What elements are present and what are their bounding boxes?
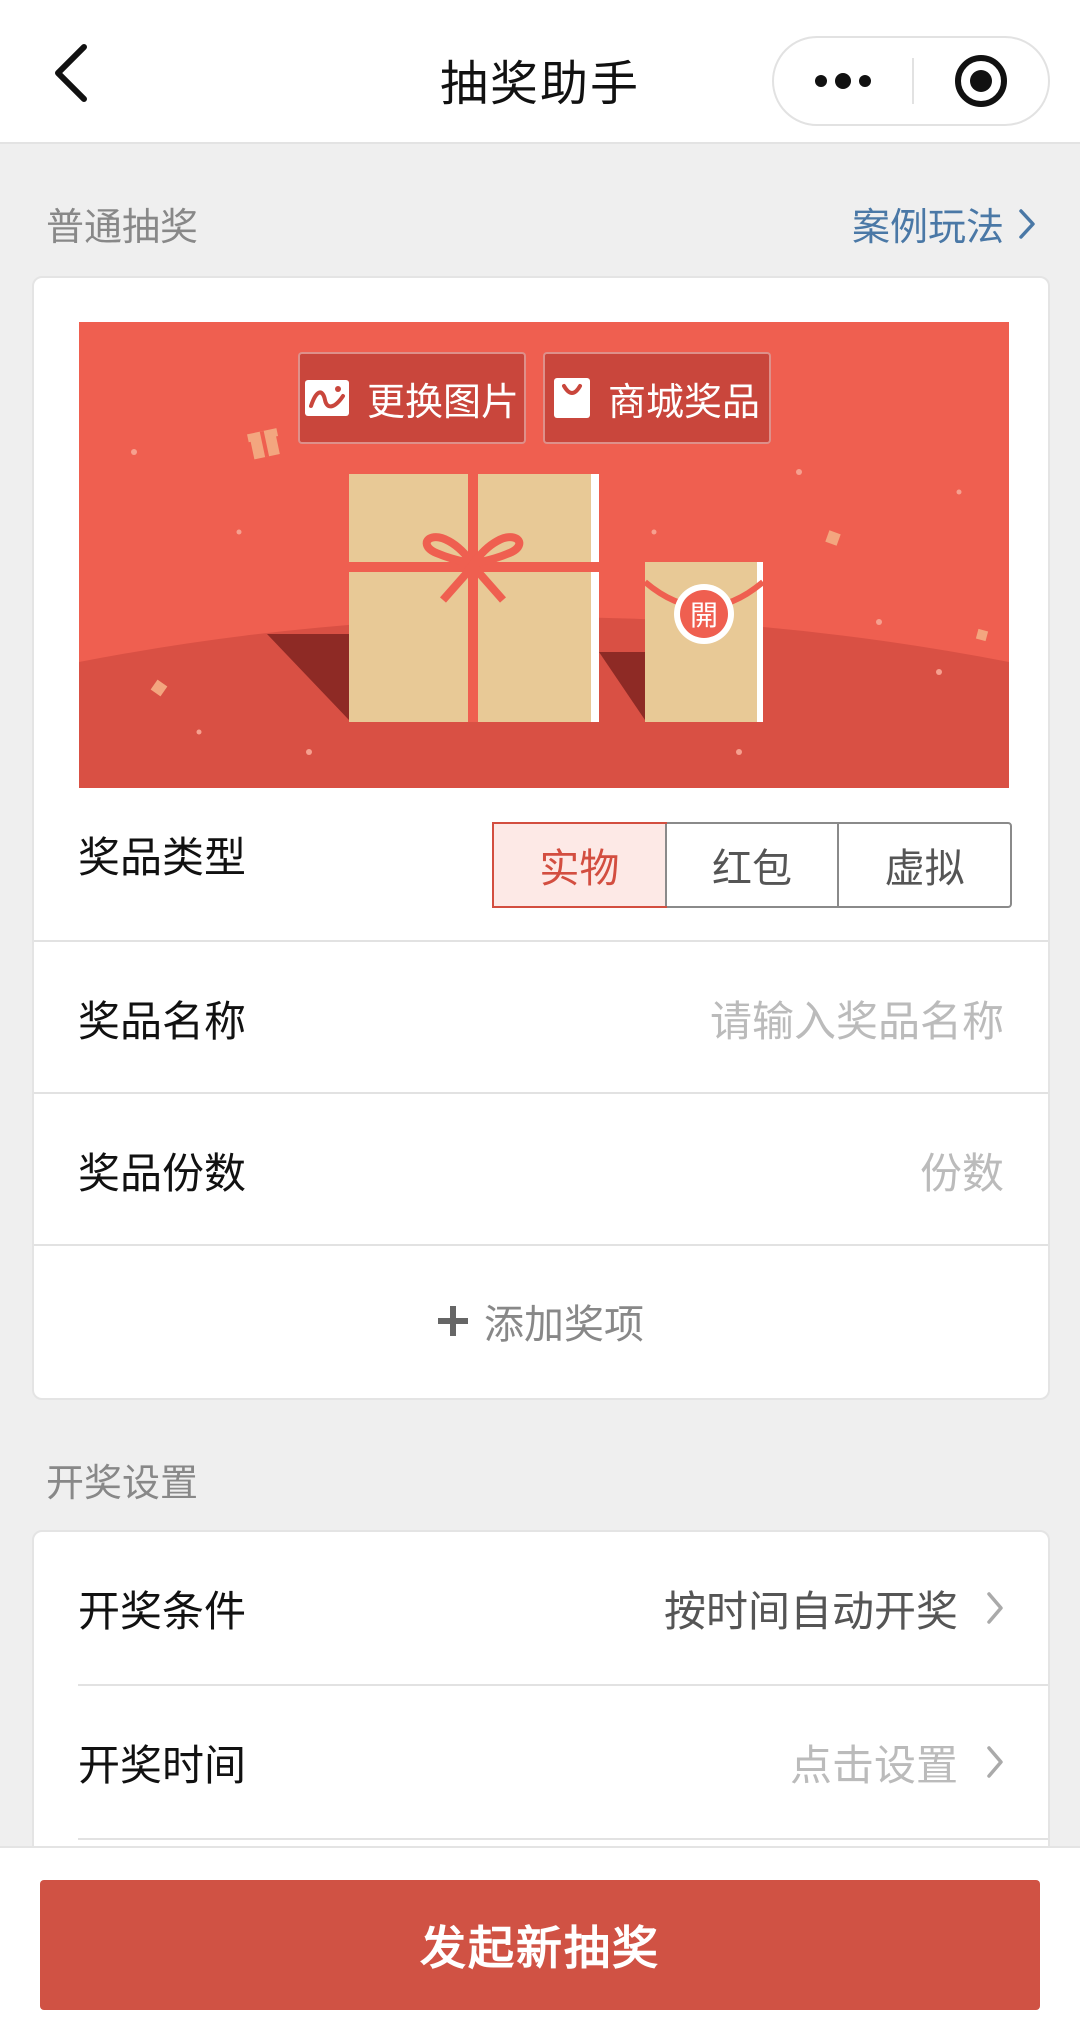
prize-type-segmented-control: 实物 红包 虚拟 [492, 822, 1012, 908]
add-prize-label: 添加奖项 [484, 1302, 644, 1348]
prize-name-input[interactable]: 请输入奖品名称 [710, 988, 1004, 1049]
prize-type-option-physical[interactable]: 实物 [492, 822, 667, 908]
chevron-right-icon [1019, 208, 1035, 239]
prize-type-label: 奖品类型 [78, 832, 247, 882]
section-label-draw-settings: 开奖设置 [46, 1461, 199, 1505]
case-examples-link[interactable]: 案例玩法 [852, 196, 1036, 251]
bottom-action-bar: 发起新抽奖 [0, 1846, 1080, 2040]
prize-count-label: 奖品份数 [78, 1148, 247, 1198]
prize-type-option-virtual[interactable]: 虚拟 [837, 824, 1010, 906]
add-prize-button[interactable]: 添加奖项 [34, 1246, 1048, 1396]
more-button[interactable] [774, 38, 912, 124]
prize-banner[interactable]: 開 更换图片 商城奖品 [79, 322, 1009, 788]
close-miniprogram-button[interactable] [914, 38, 1048, 124]
red-packet-char: 開 [690, 599, 718, 632]
case-examples-label: 案例玩法 [851, 205, 1004, 249]
more-dots-icon [815, 73, 871, 89]
mall-prize-button[interactable]: 商城奖品 [543, 352, 771, 444]
change-image-button[interactable]: 更换图片 [298, 352, 526, 444]
image-icon [304, 380, 349, 416]
start-new-draw-button[interactable]: 发起新抽奖 [40, 1880, 1040, 2010]
draw-condition-value: 按时间自动开奖 [663, 1586, 958, 1636]
draw-time-value-wrap: 点击设置 [790, 1732, 1004, 1793]
change-image-label: 更换图片 [366, 379, 519, 424]
draw-time-row[interactable]: 开奖时间 点击设置 [34, 1686, 1048, 1838]
draw-settings-card: 开奖条件 按时间自动开奖 开奖时间 点击设置 [32, 1530, 1050, 1870]
menu-capsule [772, 36, 1050, 126]
shopping-bag-icon [553, 378, 590, 418]
prize-count-input[interactable]: 份数 [920, 1140, 1004, 1201]
prize-name-label: 奖品名称 [78, 996, 247, 1046]
draw-condition-row[interactable]: 开奖条件 按时间自动开奖 [34, 1532, 1048, 1684]
chevron-right-icon [987, 1746, 1003, 1778]
draw-time-label: 开奖时间 [78, 1740, 247, 1790]
prize-name-row[interactable]: 奖品名称 请输入奖品名称 [34, 942, 1048, 1094]
section-label-normal-draw: 普通抽奖 [46, 205, 199, 249]
draw-condition-label: 开奖条件 [78, 1586, 247, 1636]
mall-prize-label: 商城奖品 [607, 379, 760, 424]
nav-bar: 抽奖助手 [0, 0, 1080, 144]
prize-count-row[interactable]: 奖品份数 份数 [34, 1094, 1048, 1246]
draw-time-value: 点击设置 [789, 1740, 958, 1790]
draw-condition-value-wrap: 按时间自动开奖 [664, 1578, 1004, 1639]
chevron-right-icon [987, 1592, 1003, 1624]
prize-type-option-red-packet[interactable]: 红包 [664, 824, 838, 906]
plus-icon [438, 1306, 468, 1336]
prize-card: 開 更换图片 商城奖品 奖品类型 实物 红包 虚拟 奖品名称 请输入奖品名称 奖… [32, 276, 1050, 1400]
target-circle-icon [955, 55, 1007, 107]
row-divider [78, 1838, 1048, 1840]
